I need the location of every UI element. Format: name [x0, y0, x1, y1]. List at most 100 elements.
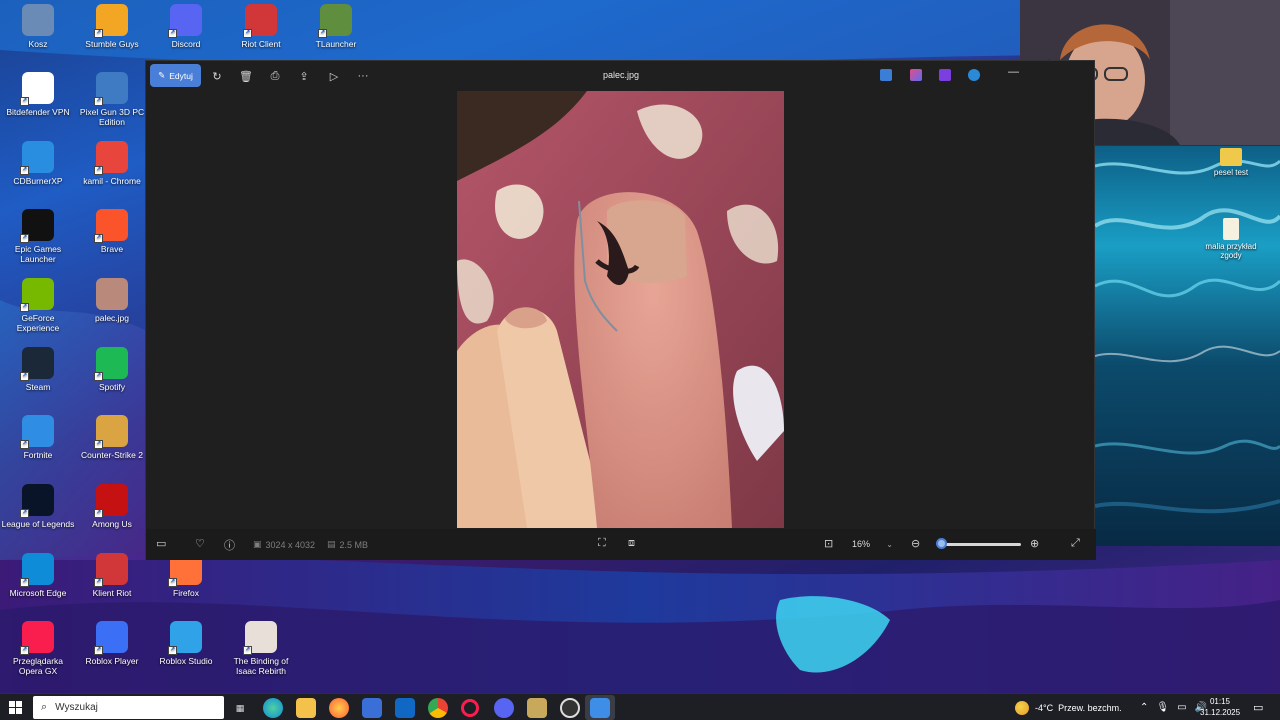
desktop-icon-opera-gx[interactable]: ↗ Przeglądarka Opera GX — [0, 621, 76, 676]
desktop-icon-klient-riot[interactable]: ↗ Klient Riot — [74, 553, 150, 598]
desktop-icon-tlauncher[interactable]: ↗ TLauncher — [298, 4, 374, 49]
taskbar-clock[interactable]: 01:15 31.12.2025 — [1200, 696, 1240, 718]
desktop-icon-label: GeForce Experience — [16, 313, 60, 333]
shortcut-arrow-icon: ↗ — [168, 646, 177, 655]
screenshot-icon[interactable]: ⊡ — [824, 537, 833, 550]
zoom-dropdown[interactable]: 16% ⌄ — [846, 534, 899, 554]
file-explorer-icon[interactable] — [296, 698, 316, 718]
bottom-toolbar: ▭ ♡ ⓘ ▣ 3024 x 4032 ▤ 2.5 MB ⛶ ⧈ ⊡ 16% ⌄… — [146, 529, 1096, 560]
desktop-icon-cdburnerxp[interactable]: ↗ CDBurnerXP — [0, 141, 76, 186]
klient-riot-icon: ↗ — [94, 553, 128, 587]
clock-date: 31.12.2025 — [1200, 708, 1241, 717]
desktop-icon-label: Discord — [171, 39, 201, 49]
windows-logo-quadrant — [16, 708, 22, 714]
photos-taskbar-icon[interactable] — [590, 698, 610, 718]
desktop-icon-roblox-player[interactable]: ↗ Roblox Player — [74, 621, 150, 666]
file-size-text: 2.5 MB — [339, 539, 369, 550]
desktop-icon-palec-jpg[interactable]: palec.jpg — [74, 278, 150, 323]
weather-icon — [1015, 700, 1029, 715]
desktop-icon-counter-strike-2[interactable]: ↗ Counter-Strike 2 — [74, 415, 150, 460]
fullscreen-icon[interactable]: ⤢ — [1071, 537, 1080, 550]
shortcut-arrow-icon: ↗ — [20, 440, 29, 449]
search-icon: ⌕ — [41, 701, 48, 713]
chrome-taskbar-icon[interactable] — [428, 698, 448, 718]
opera-gx-taskbar-icon[interactable] — [461, 699, 479, 717]
network-icon[interactable]: ▭ — [1177, 702, 1186, 713]
chevron-down-icon: ⌄ — [886, 539, 893, 549]
info-icon[interactable]: ⓘ — [224, 537, 235, 553]
taskbar-search[interactable]: ⌕ Wyszukaj — [33, 696, 224, 719]
select-icon[interactable]: ⧈ — [628, 537, 635, 550]
palec-jpg-icon — [96, 278, 128, 310]
chevron-up-icon[interactable]: ⌃ — [1140, 702, 1148, 713]
discord-taskbar-icon[interactable] — [494, 698, 514, 718]
desktop-folder-pesel[interactable]: pesel test — [1196, 148, 1266, 177]
copilot-icon[interactable] — [910, 69, 922, 81]
desktop-icon-stumble-guys[interactable]: ↗ Stumble Guys — [74, 4, 150, 49]
desktop-folder-zgody[interactable]: malia przykład zgody — [1196, 218, 1266, 260]
start-button[interactable] — [9, 701, 22, 714]
desktop-icon-spotify[interactable]: ↗ Spotify — [74, 347, 150, 392]
desktop-icon-riot-client[interactable]: ↗ Riot Client — [223, 4, 299, 49]
microsoft-edge-icon: ↗ — [20, 553, 54, 587]
weather-desc: Przew. bezchm. — [1058, 702, 1122, 713]
task-view-icon[interactable]: ▦ — [230, 698, 250, 718]
favorite-heart-icon[interactable]: ♡ — [195, 537, 205, 550]
desktop-icon-steam[interactable]: ↗ Steam — [0, 347, 76, 392]
shortcut-arrow-icon: ↗ — [318, 29, 327, 38]
microphone-icon[interactable]: 🎙 — [1156, 702, 1169, 713]
riot-client-icon: ↗ — [243, 4, 277, 38]
desktop-icon-roblox-studio[interactable]: ↗ Roblox Studio — [148, 621, 224, 666]
filmstrip-icon[interactable]: ▭ — [156, 537, 166, 550]
desktop-icon-label: Stumble Guys — [85, 39, 139, 49]
desktop-icon-discord[interactable]: ↗ Discord — [148, 4, 224, 49]
tlauncher-icon: ↗ — [318, 4, 352, 38]
edge-taskbar-icon[interactable] — [263, 698, 283, 718]
onedrive-icon[interactable] — [968, 69, 980, 81]
image-dimensions: ▣ 3024 x 4032 — [253, 539, 315, 550]
firefox-taskbar-icon[interactable] — [329, 698, 349, 718]
desktop-icon-chrome-kamil[interactable]: ↗ kamil - Chrome — [74, 141, 150, 186]
desktop-icon-pixel-gun[interactable]: ↗ Pixel Gun 3D PC Edition — [74, 72, 150, 127]
desktop-icon-league-of-legends[interactable]: ↗ League of Legends — [0, 484, 76, 529]
dimensions-text: 3024 x 4032 — [265, 539, 316, 550]
title-bar: ✎ Edytuj ↻ 🗑 ⎙ ⇪ ▷ ··· palec.jpg — — [146, 61, 1096, 91]
desktop-icon-among-us[interactable]: ↗ Among Us — [74, 484, 150, 529]
minimize-icon[interactable]: — — [1008, 66, 1019, 78]
desktop-icon-brave[interactable]: ↗ Brave — [74, 209, 150, 254]
desktop-icon-fortnite[interactable]: ↗ Fortnite — [0, 415, 76, 460]
clock-time: 01:15 — [1209, 697, 1231, 706]
league-of-legends-icon: ↗ — [20, 484, 54, 518]
zoom-slider-thumb[interactable] — [936, 538, 947, 549]
zoom-in-icon[interactable]: ⊕ — [1030, 537, 1039, 550]
shortcut-arrow-icon: ↗ — [94, 29, 103, 38]
desktop-icon-epic-games[interactable]: ↗ Epic Games Launcher — [0, 209, 76, 264]
weather-widget[interactable]: -4°C Przew. bezchm. — [1015, 694, 1122, 720]
edit-in-paint-icon[interactable] — [880, 69, 892, 81]
desktop-icon-label: Roblox Player — [85, 656, 139, 666]
league-taskbar-icon[interactable] — [527, 698, 547, 718]
roblox-player-icon: ↗ — [94, 621, 128, 655]
steam-taskbar-icon[interactable] — [560, 698, 580, 718]
epic-games-icon: ↗ — [20, 209, 54, 243]
desktop-icon-label: Spotify — [99, 382, 125, 392]
desktop-icon-binding-of-isaac[interactable]: ↗ The Binding of Isaac Rebirth — [223, 621, 299, 676]
desktop-icon-label: Among Us — [92, 519, 132, 529]
notification-icon[interactable]: ▭ — [1253, 694, 1263, 720]
microsoft-store-icon[interactable] — [362, 698, 382, 718]
zoom-out-icon[interactable]: ⊖ — [911, 537, 920, 550]
zoom-slider-track[interactable] — [939, 543, 1021, 546]
search-placeholder: Wyszukaj — [55, 702, 98, 713]
focus-icon[interactable]: ⛶ — [598, 537, 606, 550]
desktop-icon-bitdefender-vpn[interactable]: ↗ Bitdefender VPN — [0, 72, 76, 117]
desktop-icon-microsoft-edge[interactable]: ↗ Microsoft Edge — [0, 553, 76, 598]
outlook-icon[interactable] — [395, 698, 415, 718]
windows-logo-quadrant — [9, 701, 15, 707]
document-icon — [1223, 218, 1239, 240]
clipchamp-icon[interactable] — [939, 69, 951, 81]
water-caustics — [1095, 159, 1280, 514]
stumble-guys-icon: ↗ — [94, 4, 128, 38]
desktop-icon-recycle-bin[interactable]: Kosz — [0, 4, 76, 49]
desktop-icon-geforce-experience[interactable]: ↗ GeForce Experience — [0, 278, 76, 333]
desktop-icon-label: Steam — [25, 382, 51, 392]
